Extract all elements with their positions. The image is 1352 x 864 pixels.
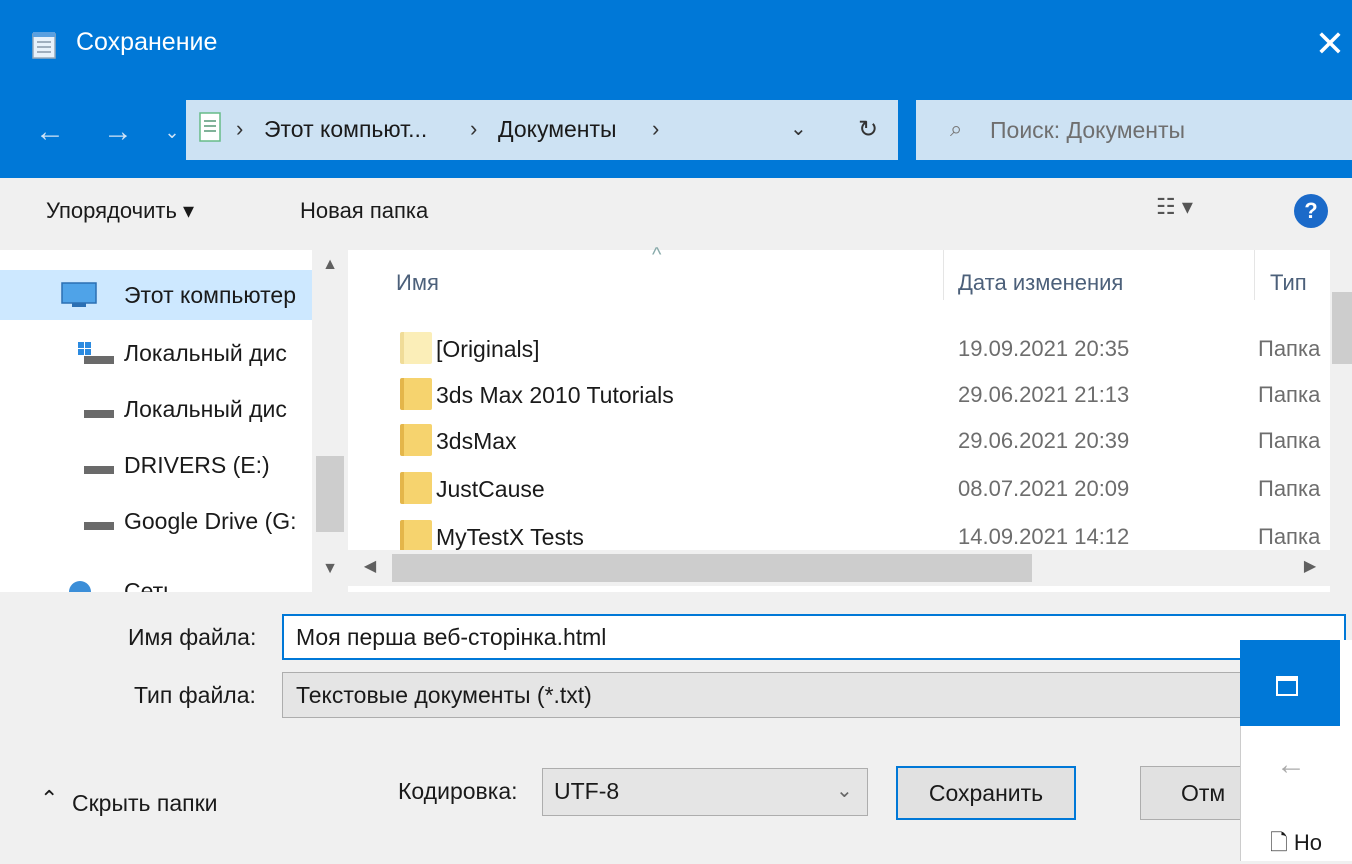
file-row[interactable]: JustCause 08.07.2021 20:09 Папка: [380, 466, 1330, 514]
file-name: JustCause: [436, 476, 545, 502]
nav-item-local-disk-d[interactable]: Локальный дис: [0, 384, 312, 434]
file-type: Папка: [1258, 476, 1321, 501]
folder-icon: [400, 520, 432, 550]
encoding-label: Кодировка:: [398, 778, 518, 804]
encoding-value: UTF-8: [554, 778, 620, 804]
scroll-left-arrow-icon[interactable]: ◀: [356, 556, 384, 576]
folder-icon: [400, 424, 432, 456]
nav-item-label: Локальный дис: [124, 340, 287, 366]
sort-ascending-icon: ^: [652, 244, 662, 266]
breadcrumb-separator-icon[interactable]: ›: [652, 116, 659, 142]
search-icon: ⌕: [950, 116, 963, 141]
scroll-right-arrow-icon[interactable]: ▶: [1296, 556, 1324, 576]
file-row[interactable]: [Originals] 19.09.2021 20:35 Папка: [380, 326, 1330, 374]
notepad-icon: [32, 32, 56, 59]
nav-item-label: DRIVERS (E:): [124, 452, 270, 478]
file-date: 08.07.2021 20:09: [958, 476, 1130, 501]
overlapping-window-tab-strip: [1340, 658, 1352, 728]
column-header-date-modified[interactable]: Дата изменения: [958, 270, 1123, 296]
file-date: 29.06.2021 20:39: [958, 428, 1130, 453]
file-type: Папка: [1258, 428, 1321, 453]
breadcrumb-separator-icon: ›: [236, 116, 244, 141]
search-input[interactable]: [990, 100, 1340, 160]
nav-item-label: Этот компьютер: [124, 282, 296, 308]
view-options-icon[interactable]: ☷ ▾: [1156, 194, 1193, 220]
drive-icon: [84, 522, 114, 530]
address-dropdown-chevron-icon[interactable]: ⌄: [790, 116, 807, 141]
filename-label: Имя файла:: [128, 624, 257, 650]
file-name: MyTestX Tests: [436, 524, 584, 550]
back-arrow-icon[interactable]: ←: [28, 112, 72, 152]
overlapping-window-new-item[interactable]: 🗋 Но: [1270, 826, 1322, 864]
file-name: 3ds Max 2010 Tutorials: [436, 382, 674, 408]
file-row[interactable]: 3ds Max 2010 Tutorials 29.06.2021 21:13 …: [380, 372, 1330, 420]
filetype-label: Тип файла:: [134, 682, 256, 708]
file-row[interactable]: MyTestX Tests 14.09.2021 14:12 Папка: [380, 514, 1330, 550]
file-type: Папка: [1258, 524, 1321, 549]
nav-item-drivers-e[interactable]: DRIVERS (E:): [0, 440, 312, 490]
close-button[interactable]: ✕: [1310, 22, 1350, 68]
filetype-value: Текстовые документы (*.txt): [296, 682, 592, 708]
computer-icon: [61, 282, 97, 307]
column-header-name[interactable]: Имя: [396, 270, 439, 296]
new-folder-button[interactable]: Новая папка: [300, 198, 428, 224]
nav-item-this-pc[interactable]: Этот компьютер: [0, 270, 312, 320]
breadcrumb-separator-icon: ›: [470, 116, 478, 141]
refresh-icon[interactable]: ↻: [838, 100, 898, 160]
hide-folders-button[interactable]: Скрыть папки: [72, 790, 218, 817]
horizontal-scroll-thumb[interactable]: [392, 554, 1032, 582]
drive-icon: [84, 410, 114, 418]
nav-item-google-drive-g[interactable]: Google Drive (G:: [0, 496, 312, 546]
file-name: [Originals]: [436, 336, 540, 362]
scroll-up-arrow-icon[interactable]: ▲: [316, 256, 344, 274]
organize-menu-button[interactable]: Упорядочить ▾: [46, 198, 194, 224]
column-divider[interactable]: [1254, 250, 1255, 300]
drive-icon: [84, 466, 114, 474]
document-icon: [199, 112, 221, 142]
folder-icon: [400, 378, 432, 410]
column-header-type[interactable]: Тип: [1270, 270, 1307, 296]
help-icon[interactable]: ?: [1294, 194, 1328, 228]
window-icon: [1276, 676, 1298, 696]
filename-field[interactable]: [282, 614, 1346, 660]
vertical-scroll-thumb[interactable]: [1332, 292, 1352, 364]
breadcrumb-documents[interactable]: Документы: [498, 116, 617, 143]
file-type: Папка: [1258, 382, 1321, 407]
scroll-down-arrow-icon[interactable]: ▼: [316, 560, 344, 578]
back-arrow-icon[interactable]: ←: [1276, 748, 1306, 782]
new-label: Но: [1293, 830, 1322, 855]
column-divider[interactable]: [943, 250, 944, 300]
command-bar: [0, 178, 1352, 250]
new-file-icon: 🗋: [1270, 830, 1294, 855]
chevron-up-icon[interactable]: ⌃: [40, 786, 58, 812]
folder-icon: [400, 332, 432, 364]
file-row[interactable]: 3dsMax 29.06.2021 20:39 Папка: [380, 418, 1330, 466]
file-date: 19.09.2021 20:35: [958, 336, 1130, 361]
nav-item-label: Google Drive (G:: [124, 508, 297, 534]
nav-item-label: Локальный дис: [124, 396, 287, 422]
breadcrumb-this-pc[interactable]: Этот компьют...: [264, 116, 427, 143]
file-date: 14.09.2021 14:12: [958, 524, 1130, 549]
file-type: Папка: [1258, 336, 1321, 361]
window-title: Сохранение: [76, 28, 218, 56]
file-name: 3dsMax: [436, 428, 517, 454]
windows-drive-icon: [78, 342, 114, 364]
save-button[interactable]: Сохранить: [896, 766, 1076, 820]
nav-pane-scroll-thumb[interactable]: [316, 456, 344, 532]
file-date: 29.06.2021 21:13: [958, 382, 1130, 407]
chevron-down-icon: ⌄: [836, 780, 853, 802]
forward-arrow-icon[interactable]: →: [96, 112, 140, 152]
nav-pane-scrollbar[interactable]: [312, 250, 348, 592]
folder-icon: [400, 472, 432, 504]
nav-item-local-disk-c[interactable]: Локальный дис: [0, 328, 312, 378]
